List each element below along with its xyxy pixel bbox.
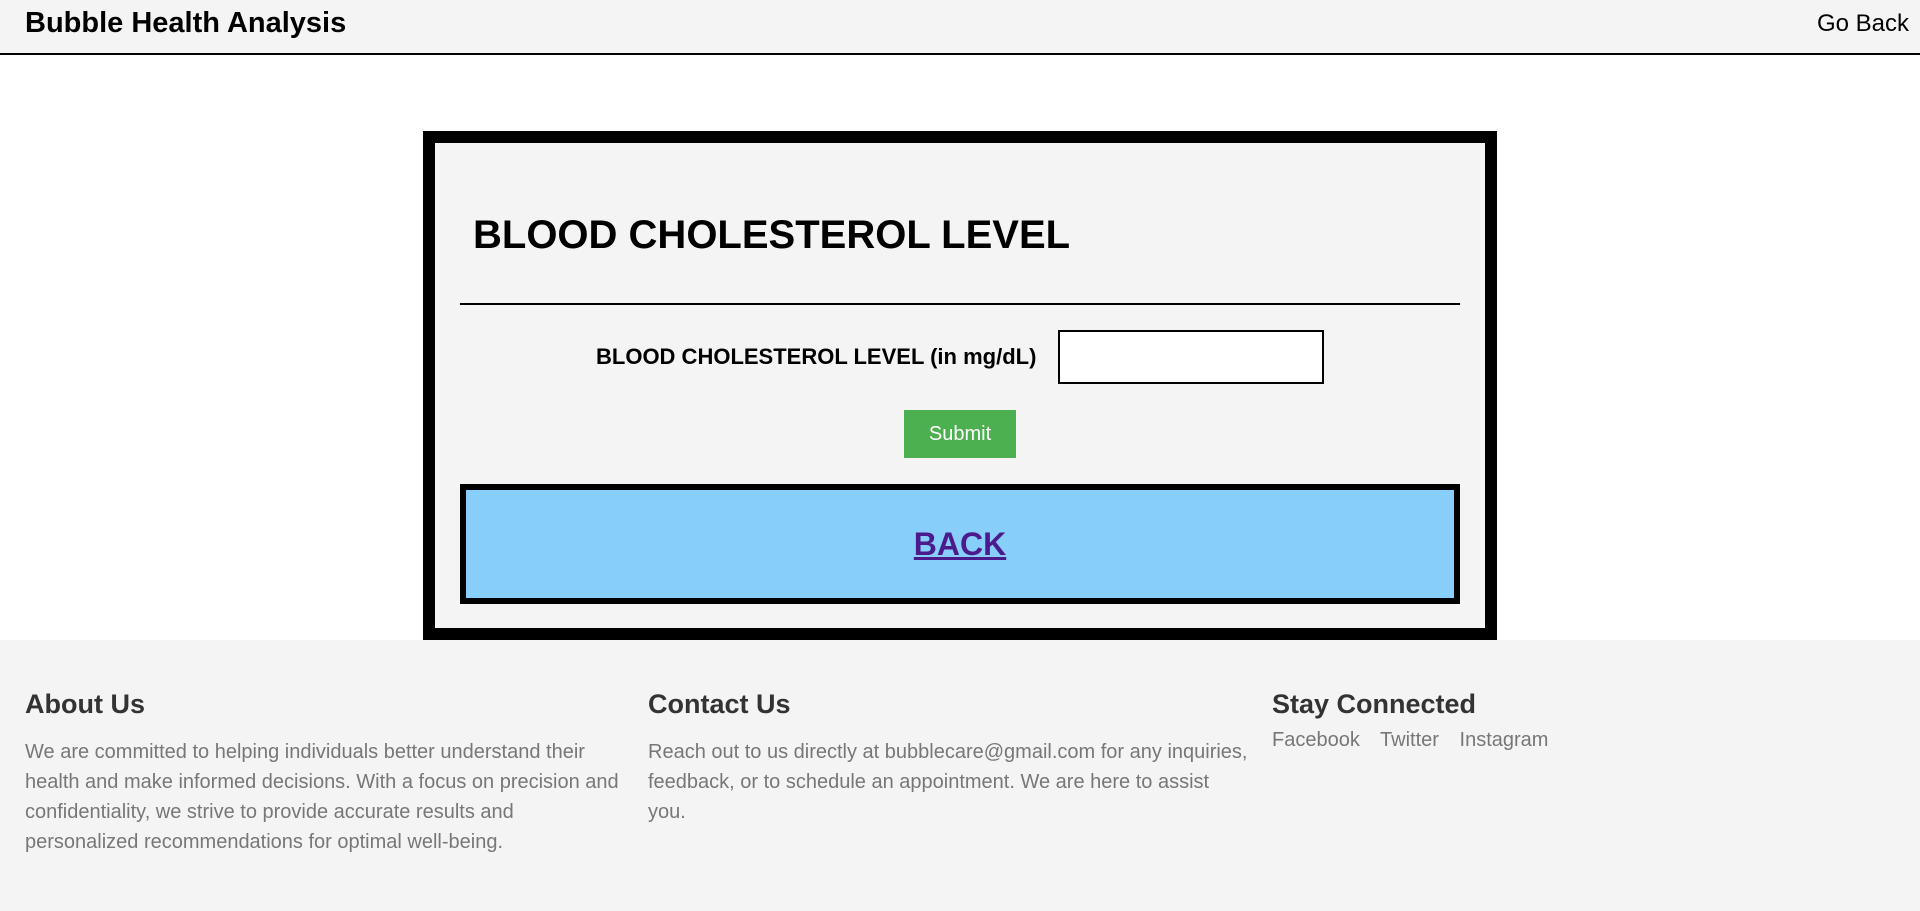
contact-heading: Contact Us [648,689,791,719]
facebook-link[interactable]: Facebook [1272,729,1360,751]
about-heading: About Us [25,689,145,719]
cholesterol-field-label: BLOOD CHOLESTEROL LEVEL (in mg/dL) [596,344,1037,369]
footer-social-section: Stay Connected Facebook Twitter Instagra… [1272,688,1772,752]
footer: About Us We are committed to helping ind… [0,640,1920,911]
social-heading: Stay Connected [1272,689,1477,719]
instagram-link[interactable]: Instagram [1460,729,1549,751]
twitter-link[interactable]: Twitter [1380,729,1439,751]
social-links: Facebook Twitter Instagram [1272,729,1772,752]
cholesterol-input[interactable] [1058,330,1324,384]
brand-title: Bubble Health Analysis [25,7,347,39]
cholesterol-field-row: BLOOD CHOLESTEROL LEVEL (in mg/dL) [435,330,1485,384]
footer-about-section: About Us We are committed to helping ind… [25,688,625,857]
back-panel: BACK [460,484,1460,604]
submit-button[interactable]: Submit [904,410,1016,458]
about-text: We are committed to helping individuals … [25,741,619,854]
contact-text: Reach out to us directly at bubblecare@g… [648,741,1248,824]
cholesterol-form-card: BLOOD CHOLESTEROL LEVEL BLOOD CHOLESTERO… [423,131,1497,640]
top-navbar: Bubble Health Analysis Go Back [0,0,1920,55]
go-back-link[interactable]: Go Back [1817,10,1909,38]
title-divider [460,303,1460,305]
page-title: BLOOD CHOLESTEROL LEVEL [473,213,1071,257]
footer-contact-section: Contact Us Reach out to us directly at b… [648,688,1248,827]
back-link[interactable]: BACK [914,526,1006,563]
